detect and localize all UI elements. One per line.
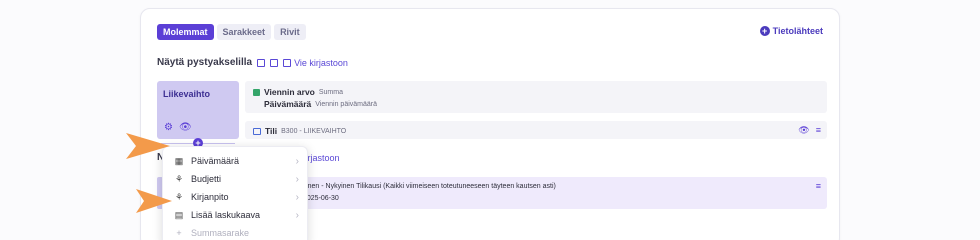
measure-label: Viennin arvo [264, 87, 315, 97]
calendar-icon: ▦ [174, 155, 184, 166]
account-label: Tili [265, 126, 278, 136]
data-sources-button[interactable]: + Tietolähteet [759, 26, 823, 36]
rows-layout-icon[interactable] [257, 58, 266, 67]
axis-tabs: Molemmat Sarakkeet Rivit [157, 24, 306, 40]
chevron-right-icon: › [295, 173, 299, 185]
measure-aggregation: Summa [318, 88, 343, 96]
menu-item-sum-column[interactable]: + Summasarake [173, 225, 299, 240]
section-title: Näytä pystyakselilla Vie kirjastoon [157, 57, 348, 68]
account-line: Tili B300 - LIIKEVAIHTO [253, 126, 346, 136]
section-title-text: Näytä pystyakselilla [157, 57, 253, 68]
export-to-library-label: Vie kirjastoon [294, 57, 348, 68]
menu-item-budget[interactable]: ⚘ Budjetti › [173, 171, 299, 187]
gear-icon[interactable]: ⚙ [164, 122, 173, 133]
chevron-right-icon: › [295, 155, 299, 167]
add-dimension-menu: ▦ Päivämäärä › ⚘ Budjetti › ⚘ Kirjanpito… [162, 146, 308, 240]
row-actions: 👁 ≡ [798, 125, 821, 136]
columns-layout-icon[interactable] [270, 58, 279, 67]
menu-item-label: Kirjanpito [191, 192, 229, 202]
measure-row[interactable]: Viennin arvo Summa Päivämäärä Viennin pä… [245, 81, 827, 113]
menu-item-accounting[interactable]: ⚘ Kirjanpito › [173, 189, 299, 205]
menu-item-date[interactable]: ▦ Päivämäärä › [173, 153, 299, 169]
add-circle-icon: + [759, 26, 770, 36]
menu-item-label: Lisää laskukaava [191, 210, 261, 220]
menu-icon[interactable]: ≡ [816, 125, 821, 136]
account-row[interactable]: Tili B300 - LIIKEVAIHTO 👁 ≡ [245, 121, 827, 139]
measure-line: Viennin arvo Summa [253, 87, 343, 97]
export-to-library-link[interactable]: Vie kirjastoon [283, 58, 348, 68]
date-label: Päivämäärä [264, 99, 312, 109]
tab-columns[interactable]: Sarakkeet [216, 24, 272, 40]
value-icon [253, 88, 260, 96]
library-icon [283, 58, 292, 67]
row-card-revenue[interactable]: Liikevaihto ⚙ 👁 [157, 81, 239, 139]
eye-icon[interactable]: 👁 [179, 122, 192, 133]
menu-item-label: Budjetti [191, 174, 222, 184]
period-date: 2025-06-30 [303, 195, 339, 202]
card-icons: ⚙ 👁 [164, 122, 192, 133]
tab-rows[interactable]: Rivit [274, 24, 306, 40]
stack-icon [253, 127, 261, 135]
eye-icon[interactable]: 👁 [798, 125, 809, 136]
tab-both[interactable]: Molemmat [157, 24, 214, 40]
menu-item-label: Päivämäärä [191, 156, 240, 166]
period-row[interactable]: i Edellinen - Nykyinen Tilikausi (Kaikki… [245, 177, 827, 209]
plus-icon: + [176, 228, 182, 238]
card-title: Liikevaihto [163, 89, 211, 99]
date-line: Päivämäärä Viennin päivämäärä [264, 99, 377, 109]
menu-icon[interactable]: ≡ [816, 181, 821, 191]
sprout-icon: ⚘ [174, 173, 184, 184]
date-description: Viennin päivämäärä [315, 100, 378, 108]
period-actions: ≡ [816, 181, 821, 191]
sprout-icon: ⚘ [174, 191, 184, 202]
period-line: i Edellinen - Nykyinen Tilikausi (Kaikki… [287, 183, 556, 190]
menu-item-add-formula[interactable]: ▤ Lisää laskukaava › [173, 207, 299, 223]
chevron-right-icon: › [295, 191, 299, 203]
chevron-right-icon: › [295, 209, 299, 221]
data-sources-label: Tietolähteet [772, 26, 823, 36]
menu-item-label: Summasarake [191, 228, 250, 238]
calculator-icon: ▤ [174, 209, 184, 220]
account-value: B300 - LIIKEVAIHTO [281, 127, 347, 135]
